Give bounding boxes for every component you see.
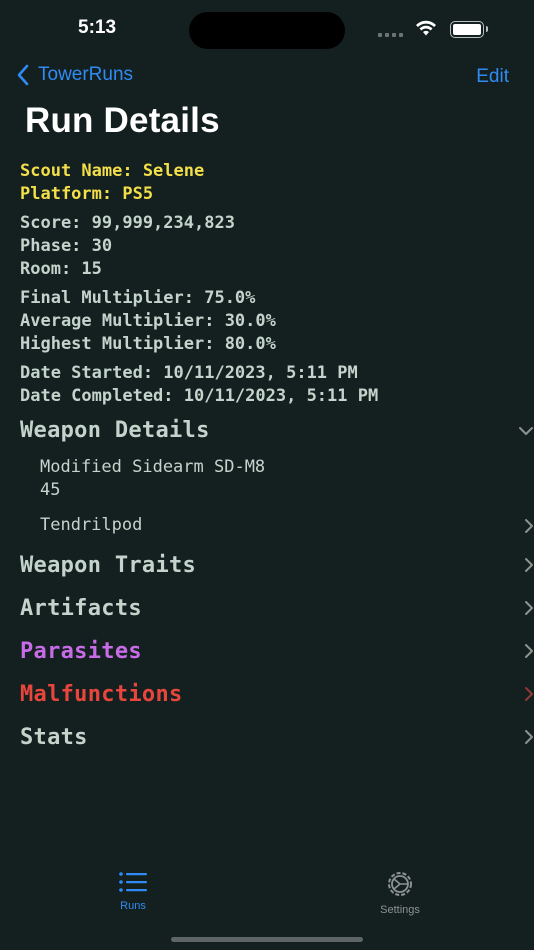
section-stats[interactable]: Stats — [20, 720, 534, 754]
weapon-value: 45 — [40, 480, 61, 500]
date-started: Date Started: 10/11/2023, 5:11 PM — [20, 363, 358, 383]
tab-settings-label: Settings — [380, 904, 420, 916]
gear-icon — [388, 872, 412, 896]
back-button[interactable]: TowerRuns — [16, 64, 133, 86]
section-title: Weapon Traits — [20, 552, 197, 578]
chevron-right-icon — [525, 601, 533, 615]
chevron-right-icon — [525, 644, 533, 658]
highest-multiplier: Highest Multiplier: 80.0% — [20, 334, 276, 354]
tab-runs[interactable]: Runs — [83, 870, 183, 912]
edit-button[interactable]: Edit — [476, 66, 509, 88]
list-icon — [119, 872, 147, 892]
date-completed: Date Completed: 10/11/2023, 5:11 PM — [20, 386, 379, 406]
run-info: Scout Name: Selene Platform: PS5 Score: … — [20, 160, 520, 408]
phase: Phase: 30 — [20, 236, 113, 256]
chevron-left-icon — [17, 64, 29, 86]
section-malfunctions[interactable]: Malfunctions — [20, 677, 534, 711]
chevron-right-icon — [525, 519, 533, 533]
final-multiplier: Final Multiplier: 75.0% — [20, 288, 256, 308]
weapon-item[interactable]: Tendrilpod — [40, 514, 534, 538]
chevron-right-icon — [525, 558, 533, 572]
chevron-right-icon — [525, 687, 533, 701]
battery-icon — [450, 21, 484, 38]
section-title: Stats — [20, 724, 88, 750]
score: Score: 99,999,234,823 — [20, 213, 235, 233]
weapon-name: Tendrilpod — [40, 515, 143, 535]
section-artifacts[interactable]: Artifacts — [20, 591, 534, 625]
weapon-item[interactable]: Modified Sidearm SD-M8 45 — [40, 456, 534, 502]
chevron-right-icon — [525, 730, 533, 744]
chevron-down-icon — [519, 427, 533, 435]
section-weapon-details[interactable]: Weapon Details — [20, 413, 534, 447]
section-title: Artifacts — [20, 595, 142, 621]
section-title: Malfunctions — [20, 681, 183, 707]
page-title: Run Details — [25, 101, 220, 140]
section-title: Weapon Details — [20, 417, 210, 443]
platform: Platform: PS5 — [20, 184, 154, 204]
tab-runs-label: Runs — [120, 900, 146, 912]
wifi-icon — [416, 20, 436, 36]
back-button-label: TowerRuns — [38, 64, 134, 85]
weapon-name: Modified Sidearm SD-M8 — [40, 457, 266, 477]
section-weapon-traits[interactable]: Weapon Traits — [20, 548, 534, 582]
section-title: Parasites — [20, 638, 142, 664]
home-indicator — [171, 937, 363, 942]
status-time: 5:13 — [78, 17, 117, 38]
scout-name: Scout Name: Selene — [20, 161, 205, 181]
cellular-signal-icon — [378, 33, 403, 37]
section-parasites[interactable]: Parasites — [20, 634, 534, 668]
status-bar: 5:13 — [0, 0, 534, 60]
dynamic-island — [189, 12, 345, 49]
room: Room: 15 — [20, 259, 102, 279]
tab-settings[interactable]: Settings — [350, 870, 450, 916]
average-multiplier: Average Multiplier: 30.0% — [20, 311, 276, 331]
